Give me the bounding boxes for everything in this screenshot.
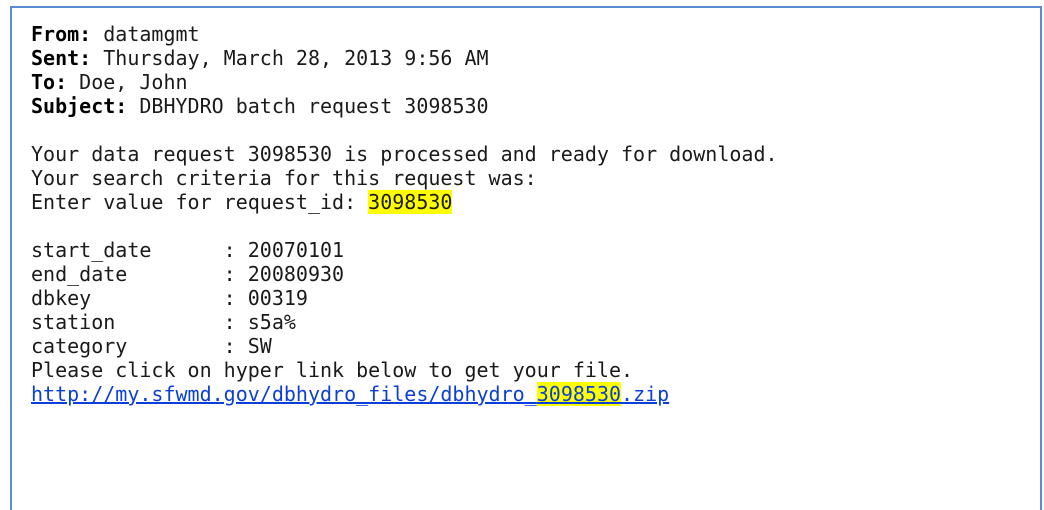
sent-label: Sent: — [31, 46, 92, 70]
criteria-value: s5a% — [247, 310, 296, 334]
request-id-prefix: Enter value for request_id: — [31, 190, 369, 214]
download-link[interactable]: http://my.sfwmd.gov/dbhydro_files/dbhydr… — [31, 382, 669, 406]
criteria-row-start-date: start_date : 20070101 — [31, 238, 1040, 262]
criteria-value: 20070101 — [247, 238, 345, 262]
subject-row: Subject: DBHYDRO batch request 3098530 — [31, 94, 1040, 118]
click-note: Please click on hyper link below to get … — [31, 358, 634, 382]
body-line-2: Your search criteria for this request wa… — [31, 166, 537, 190]
criteria-row-end-date: end_date : 20080930 — [31, 262, 1040, 286]
to-label: To: — [31, 70, 68, 94]
criteria-value: 00319 — [247, 286, 308, 310]
criteria-row-station: station : s5a% — [31, 310, 1040, 334]
to-row: To: Doe, John — [31, 70, 1040, 94]
criteria-key: dbkey — [31, 286, 224, 310]
from-row: From: datamgmt — [31, 22, 1040, 46]
to-value: Doe, John — [79, 70, 188, 94]
criteria-row-dbkey: dbkey : 00319 — [31, 286, 1040, 310]
sent-value: Thursday, March 28, 2013 9:56 AM — [103, 46, 489, 70]
criteria-sep: : — [223, 286, 248, 310]
criteria-value: 20080930 — [247, 262, 345, 286]
criteria-key: station — [31, 310, 224, 334]
criteria-key: end_date — [31, 262, 224, 286]
download-link-row: http://my.sfwmd.gov/dbhydro_files/dbhydr… — [31, 382, 1040, 406]
criteria-sep: : — [223, 334, 248, 358]
request-id-highlight: 3098530 — [368, 190, 453, 214]
from-value: datamgmt — [103, 22, 200, 46]
criteria-sep: : — [223, 262, 248, 286]
from-label: From: — [31, 22, 92, 46]
criteria-row-category: category : SW — [31, 334, 1040, 358]
criteria-sep: : — [223, 310, 248, 334]
criteria-key: start_date — [31, 238, 224, 262]
subject-value: DBHYDRO batch request 3098530 — [139, 94, 489, 118]
sent-row: Sent: Thursday, March 28, 2013 9:56 AM — [31, 46, 1040, 70]
link-id-highlight: 3098530 — [536, 382, 622, 406]
criteria-sep: : — [223, 238, 248, 262]
criteria-key: category — [31, 334, 224, 358]
link-suffix: .zip — [621, 382, 670, 406]
criteria-value: SW — [247, 334, 272, 358]
body-line-1: Your data request 3098530 is processed a… — [31, 142, 778, 166]
request-id-row: Enter value for request_id: 3098530 — [31, 190, 1040, 214]
link-prefix: http://my.sfwmd.gov/dbhydro_files/dbhydr… — [31, 382, 537, 406]
email-message: From: datamgmt Sent: Thursday, March 28,… — [10, 6, 1042, 510]
subject-label: Subject: — [31, 94, 128, 118]
